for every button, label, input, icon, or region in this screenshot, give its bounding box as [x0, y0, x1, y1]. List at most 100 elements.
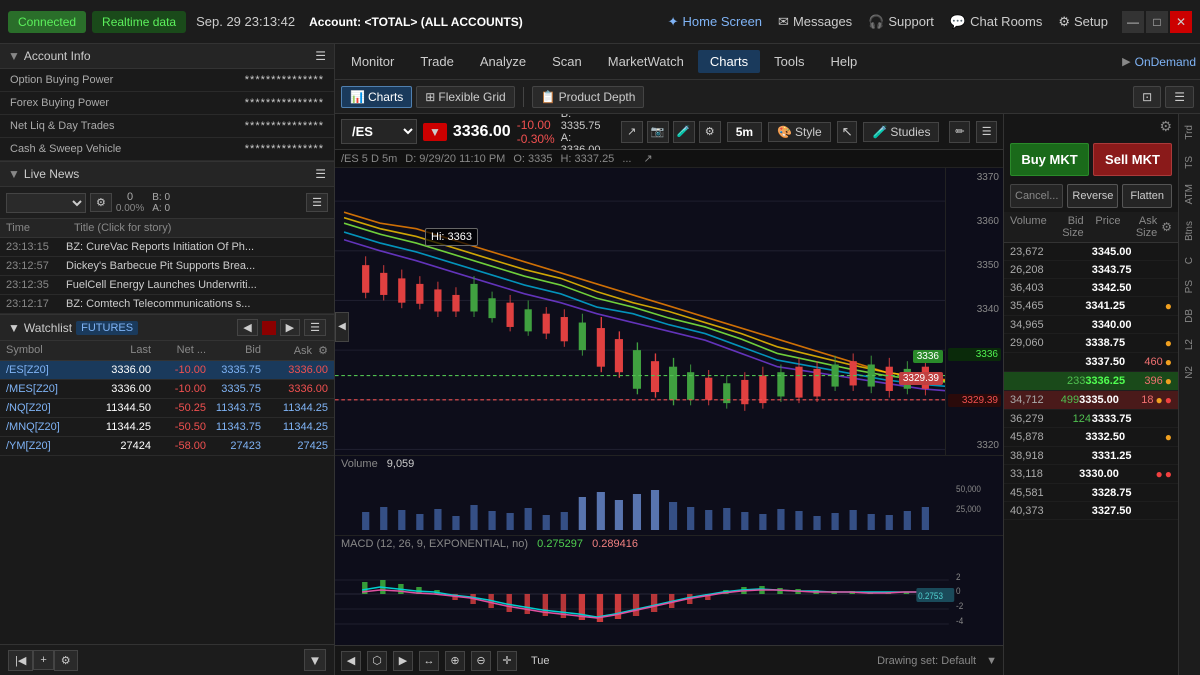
order-dot-icon: ●: [1156, 393, 1163, 407]
news-row[interactable]: 23:12:35 FuelCell Energy Launches Underw…: [0, 276, 334, 295]
studies-button[interactable]: 🧪 Studies: [863, 122, 939, 142]
order-book-row[interactable]: 29,060 3338.75 ●: [1004, 334, 1178, 353]
news-filter-select[interactable]: [6, 193, 86, 213]
news-settings-icon[interactable]: ☰: [315, 167, 326, 181]
ondemand-control: ▶ OnDemand: [1122, 55, 1196, 69]
menu-analyze[interactable]: Analyze: [468, 50, 538, 73]
close-button[interactable]: ✕: [1170, 11, 1192, 33]
layout-button[interactable]: ☰: [1165, 86, 1194, 108]
connected-button[interactable]: Connected: [8, 11, 86, 33]
menu-scan[interactable]: Scan: [540, 50, 594, 73]
charts-tab-button[interactable]: 📊 Charts: [341, 86, 412, 108]
side-tab-ts[interactable]: TS: [1181, 149, 1198, 176]
order-book-row[interactable]: 45,581 3328.75: [1004, 484, 1178, 502]
nav-home-screen[interactable]: ✦ Home Screen: [668, 14, 762, 30]
maximize-button[interactable]: □: [1146, 11, 1168, 33]
menu-charts[interactable]: Charts: [698, 50, 760, 73]
watchlist-row[interactable]: /MNQ[Z20] 11344.25 -50.50 11343.75 11344…: [0, 418, 334, 437]
chart-crosshair[interactable]: ✛: [497, 651, 517, 671]
side-tab-db[interactable]: DB: [1181, 302, 1198, 330]
side-tab-ps[interactable]: PS: [1181, 273, 1198, 300]
menu-marketwatch[interactable]: MarketWatch: [596, 50, 696, 73]
news-row[interactable]: 23:12:57 Dickey's Barbecue Pit Supports …: [0, 257, 334, 276]
order-book-settings-button[interactable]: ⚙: [1161, 215, 1172, 239]
settings-icon[interactable]: ☰: [315, 49, 326, 63]
symbol-select[interactable]: /ES: [341, 119, 417, 144]
order-book-row[interactable]: 33,118 3330.00 ● ●: [1004, 465, 1178, 484]
menu-monitor[interactable]: Monitor: [339, 50, 406, 73]
timeframe-button[interactable]: 5m: [727, 122, 762, 142]
watchlist-next-button[interactable]: ▶: [280, 319, 300, 336]
candle-chart[interactable]: Hi: 3363 3336 3329.39 ◀ 3370 3360 3350 3…: [335, 168, 1003, 455]
order-book-row[interactable]: 38,918 3331.25: [1004, 447, 1178, 465]
side-tab-c[interactable]: C: [1181, 250, 1198, 271]
order-book-row[interactable]: 26,208 3343.75: [1004, 261, 1178, 279]
realtime-button[interactable]: Realtime data: [92, 11, 186, 33]
nav-settings-button[interactable]: ⚙: [54, 650, 78, 671]
drawing-button[interactable]: ✏: [949, 121, 970, 143]
product-depth-button[interactable]: 📋 Product Depth: [532, 86, 645, 108]
chart-settings-button[interactable]: ⚙: [699, 121, 721, 143]
side-tab-btns[interactable]: Btns: [1181, 214, 1198, 248]
chart-pagedown-button[interactable]: ⬡: [367, 651, 387, 671]
order-book-row[interactable]: 23,672 3345.00: [1004, 243, 1178, 261]
watchlist-row[interactable]: /MES[Z20] 3336.00 -10.00 3335.75 3336.00: [0, 380, 334, 399]
nav-add-button[interactable]: +: [33, 650, 53, 670]
sell-mkt-button[interactable]: Sell MKT: [1093, 143, 1172, 176]
chart-scroll-left[interactable]: ↔: [419, 651, 439, 671]
price-bar: /ES ▼ 3336.00 -10.00 -0.30% B: 3335.75 A…: [335, 114, 1003, 150]
camera-button[interactable]: 📷: [647, 121, 669, 143]
more-button[interactable]: ☰: [976, 121, 997, 143]
chart-expand-button[interactable]: ◀: [335, 312, 349, 342]
menu-trade[interactable]: Trade: [408, 50, 465, 73]
side-tab-trd[interactable]: Trd: [1181, 118, 1198, 147]
nav-setup[interactable]: ⚙ Setup: [1058, 14, 1108, 30]
order-settings-button[interactable]: ⚙: [1159, 118, 1172, 135]
scroll-down-button[interactable]: ▼: [304, 649, 326, 671]
side-tab-l2[interactable]: L2: [1181, 332, 1198, 357]
nav-messages[interactable]: ✉ Messages: [778, 14, 852, 30]
order-book-row[interactable]: 40,373 3327.50: [1004, 502, 1178, 520]
cursor-button[interactable]: ↖: [837, 121, 858, 143]
order-book-row[interactable]: 3337.50 460 ●: [1004, 353, 1178, 372]
order-book-row[interactable]: 36,403 3342.50: [1004, 279, 1178, 297]
reverse-button[interactable]: Reverse: [1067, 184, 1118, 208]
share-button[interactable]: ↗: [621, 121, 643, 143]
watchlist-col-settings-icon[interactable]: ⚙: [318, 345, 328, 357]
side-tab-atm[interactable]: ATM: [1181, 177, 1198, 211]
order-book-row[interactable]: 35,465 3341.25 ●: [1004, 297, 1178, 316]
chart-next-button[interactable]: ▶: [393, 651, 413, 671]
order-book-row[interactable]: 45,878 3332.50 ●: [1004, 428, 1178, 447]
cancel-button[interactable]: Cancel...: [1010, 184, 1063, 208]
watchlist-row[interactable]: /YM[Z20] 27424 -58.00 27423 27425: [0, 437, 334, 456]
nav-start-button[interactable]: |◀: [8, 650, 33, 671]
flask-button[interactable]: 🧪: [673, 121, 695, 143]
watchlist-row[interactable]: /ES[Z20] 3336.00 -10.00 3335.75 3336.00: [0, 361, 334, 380]
news-row[interactable]: 23:13:15 BZ: CureVac Reports Initiation …: [0, 238, 334, 257]
menu-tools[interactable]: Tools: [762, 50, 816, 73]
order-book-row[interactable]: 36,279 124 3333.75: [1004, 410, 1178, 428]
news-row[interactable]: 23:12:17 BZ: Comtech Telecommunications …: [0, 295, 334, 314]
news-settings-button[interactable]: ⚙: [90, 193, 112, 212]
chart-prev-button[interactable]: ◀: [341, 651, 361, 671]
chart-zoom-in[interactable]: ⊕: [445, 651, 465, 671]
order-book-row-current[interactable]: 233 3336.25 396 ●: [1004, 372, 1178, 391]
resize-button[interactable]: ⊡: [1133, 86, 1161, 108]
order-book-row[interactable]: 34,965 3340.00: [1004, 316, 1178, 334]
menu-help[interactable]: Help: [818, 50, 869, 73]
order-book-row-sell[interactable]: 34,712 499 3335.00 18 ● ●: [1004, 391, 1178, 410]
buy-mkt-button[interactable]: Buy MKT: [1010, 143, 1089, 176]
style-button[interactable]: 🎨 Style: [768, 122, 831, 142]
news-filter-button[interactable]: ☰: [306, 193, 328, 212]
watchlist-prev-button[interactable]: ◀: [237, 319, 257, 336]
flexible-grid-button[interactable]: ⊞ Flexible Grid: [416, 86, 514, 108]
side-tab-n2[interactable]: N2: [1181, 359, 1198, 386]
minimize-button[interactable]: —: [1122, 11, 1144, 33]
watchlist-row[interactable]: /NQ[Z20] 11344.50 -50.25 11343.75 11344.…: [0, 399, 334, 418]
flatten-button[interactable]: Flatten: [1122, 184, 1172, 208]
watchlist-settings-button[interactable]: ☰: [304, 319, 326, 336]
nav-support[interactable]: 🎧 Support: [868, 14, 934, 30]
nav-chat-rooms[interactable]: 💬 Chat Rooms: [950, 14, 1042, 30]
ondemand-label[interactable]: OnDemand: [1135, 55, 1196, 69]
chart-zoom-out[interactable]: ⊖: [471, 651, 491, 671]
